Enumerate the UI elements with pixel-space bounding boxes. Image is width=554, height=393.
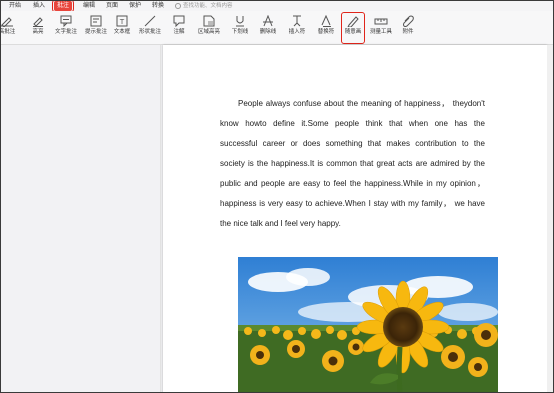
app-window: 开始 插入 批注 编辑 页面 保护 转换 查找功能、文档内容 高批注 高亮 文字… bbox=[0, 0, 554, 393]
underline-icon bbox=[236, 16, 244, 27]
document-paragraph[interactable]: People always confuse about the meaning … bbox=[220, 98, 485, 238]
annotation-toolbar: 高批注 高亮 文字批注 提示批注 T 文本框 形状批注 注解 区域高亮 下划线 … bbox=[1, 11, 553, 45]
menu-page[interactable]: 页面 bbox=[106, 1, 118, 11]
tool-label: 注解 bbox=[173, 29, 185, 35]
text-comment-tool[interactable]: 文字批注 bbox=[52, 13, 80, 43]
menu-bar: 开始 插入 批注 编辑 页面 保护 转换 查找功能、文档内容 bbox=[1, 1, 553, 13]
menu-edit[interactable]: 编辑 bbox=[83, 1, 95, 11]
document-page[interactable]: People always confuse about the meaning … bbox=[163, 45, 547, 392]
tool-label: 替换符 bbox=[317, 29, 335, 35]
search-icon bbox=[175, 2, 181, 9]
tool-label: 下划线 bbox=[231, 29, 249, 35]
menu-protect[interactable]: 保护 bbox=[129, 1, 141, 11]
menu-home[interactable]: 开始 bbox=[9, 1, 21, 11]
tool-label: 插入符 bbox=[288, 29, 306, 35]
paperclip-icon bbox=[403, 15, 414, 27]
tool-label: 文本框 bbox=[113, 29, 131, 35]
area-highlight-tool[interactable]: 区域高亮 bbox=[193, 13, 225, 43]
tool-label: 形状批注 bbox=[138, 29, 161, 35]
sunflower-field-photo[interactable] bbox=[238, 257, 498, 392]
side-panel bbox=[1, 45, 160, 392]
area-highlight-icon bbox=[203, 15, 215, 27]
highlight-tool[interactable]: 高亮 bbox=[27, 13, 49, 43]
tool-label: 随意画 bbox=[344, 29, 362, 35]
vertical-scrollbar[interactable] bbox=[547, 45, 553, 392]
panel-divider bbox=[160, 45, 161, 392]
menu-insert[interactable]: 插入 bbox=[33, 1, 45, 11]
measure-tool[interactable]: 测量工具 bbox=[367, 13, 395, 43]
highlight-comment-tool[interactable]: 高批注 bbox=[0, 13, 19, 43]
tool-label: 附件 bbox=[402, 29, 414, 35]
tool-label: 删除线 bbox=[259, 29, 277, 35]
shape-comment-icon bbox=[144, 15, 156, 27]
tool-label: 高亮 bbox=[32, 29, 44, 35]
search-placeholder: 查找功能、文档内容 bbox=[183, 3, 233, 9]
strikethrough-icon bbox=[263, 15, 273, 27]
paragraph-line: the nice talk and I feel very happy. bbox=[220, 219, 341, 228]
tool-label: 文字批注 bbox=[54, 29, 77, 35]
tool-label: 区域高亮 bbox=[197, 29, 220, 35]
paragraph-line: People always confuse about the meaning … bbox=[238, 99, 485, 108]
textbox-tool[interactable]: T 文本框 bbox=[111, 13, 133, 43]
annotation-icon bbox=[173, 15, 185, 27]
paragraph-line: successful career or does something that… bbox=[220, 139, 485, 148]
pencil-icon bbox=[347, 16, 359, 27]
tool-label: 测量工具 bbox=[369, 29, 392, 35]
attachment-tool[interactable]: 附件 bbox=[397, 13, 419, 43]
replace-caret-icon bbox=[321, 15, 331, 27]
annotation-tool[interactable]: 注解 bbox=[168, 13, 190, 43]
highlight-comment-icon bbox=[1, 17, 13, 27]
insert-caret-tool[interactable]: 插入符 bbox=[283, 13, 311, 43]
strikethrough-tool[interactable]: 删除线 bbox=[255, 13, 281, 43]
ruler-icon bbox=[374, 18, 388, 25]
note-comment-icon bbox=[90, 15, 102, 27]
shape-comment-tool[interactable]: 形状批注 bbox=[135, 13, 165, 43]
textbox-icon: T bbox=[116, 15, 128, 27]
paragraph-line: know howto define it.Some people think t… bbox=[220, 119, 485, 128]
menu-convert[interactable]: 转换 bbox=[152, 1, 164, 11]
insert-caret-icon bbox=[293, 15, 301, 27]
note-comment-tool[interactable]: 提示批注 bbox=[82, 13, 110, 43]
menu-comment[interactable]: 批注 bbox=[51, 1, 75, 13]
text-comment-icon bbox=[60, 15, 72, 27]
svg-text:T: T bbox=[119, 18, 125, 26]
replace-caret-tool[interactable]: 替换符 bbox=[313, 13, 339, 43]
paragraph-line: public and people are easy to feel the h… bbox=[220, 179, 485, 188]
paragraph-line: society is the happiness.It is common th… bbox=[220, 159, 485, 168]
underline-tool[interactable]: 下划线 bbox=[227, 13, 253, 43]
sunflower-image bbox=[238, 257, 498, 392]
search-box[interactable]: 查找功能、文档内容 bbox=[175, 1, 233, 11]
paragraph-line: happiness is very easy to achieve.When I… bbox=[220, 199, 485, 208]
tool-label: 高批注 bbox=[0, 29, 16, 35]
tool-label: 提示批注 bbox=[84, 29, 107, 35]
freehand-draw-tool[interactable]: 随意画 bbox=[341, 12, 365, 44]
highlight-icon bbox=[33, 17, 43, 27]
